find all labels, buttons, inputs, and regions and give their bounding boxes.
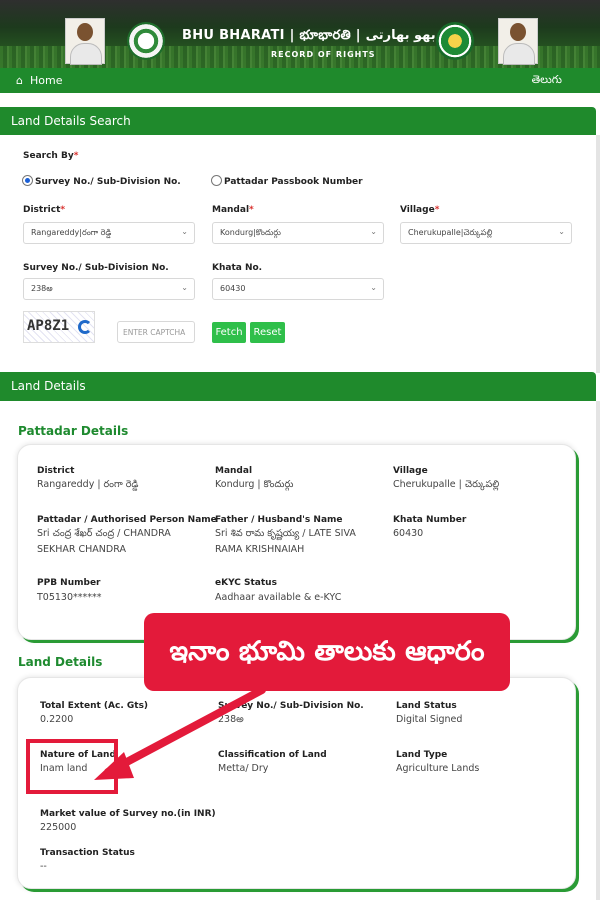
annotation-callout: ఇనాం భూమి తాలుకు ఆధారం	[144, 613, 510, 691]
annotation-arrow-icon	[94, 686, 266, 780]
